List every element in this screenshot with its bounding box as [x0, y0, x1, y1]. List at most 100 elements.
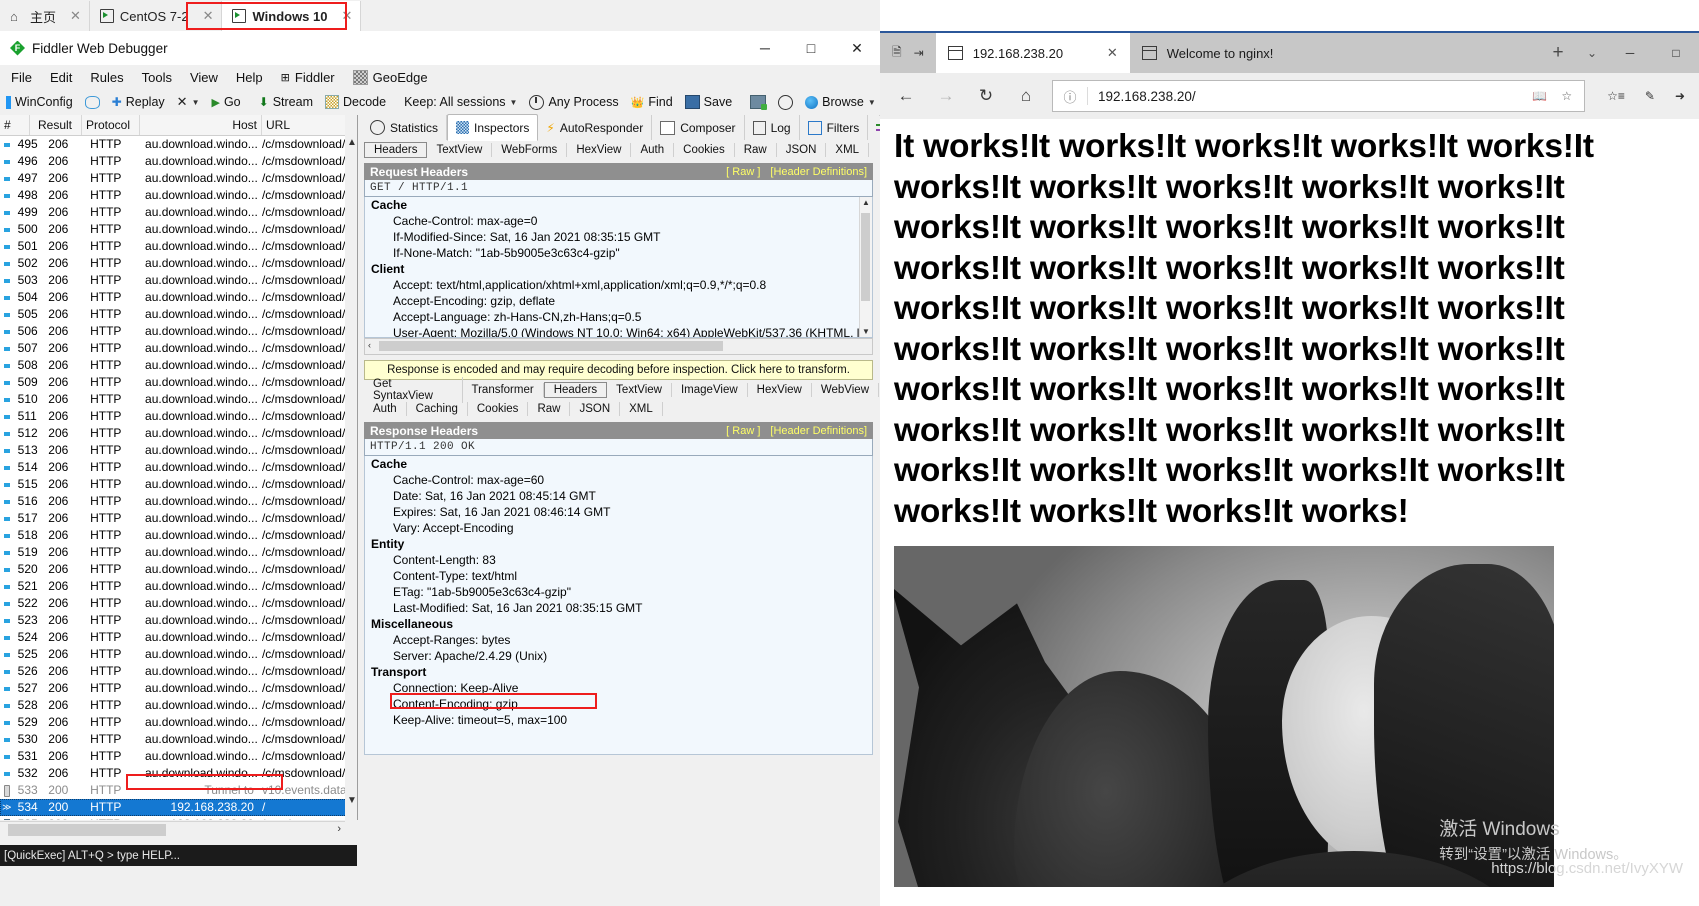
response-subtab-textview[interactable]: TextView	[607, 382, 672, 397]
table-row[interactable]: 522 206 HTTP au.download.windo.../c/msdownl…	[0, 595, 357, 612]
tab-composer[interactable]: Composer	[652, 115, 745, 140]
table-row[interactable]: 498 206 HTTP au.download.windo.../c/msdownl…	[0, 187, 357, 204]
browser-tab-0[interactable]: 192.168.238.20 ✕	[935, 33, 1130, 73]
table-row[interactable]: 508 206 HTTP au.download.windo.../c/msdownl…	[0, 357, 357, 374]
chevron-down-icon[interactable]: ⌄	[1577, 46, 1607, 60]
session-list[interactable]: # Result Protocol Host URL 495 206 HTTP au.…	[0, 115, 358, 820]
table-row[interactable]: 528 206 HTTP au.download.windo.../c/msdownl…	[0, 697, 357, 714]
table-row[interactable]: 500 206 HTTP au.download.windo.../c/msdownl…	[0, 221, 357, 238]
column-header-result[interactable]: Result	[30, 115, 82, 135]
toolbar-keep-sessions[interactable]: Keep: All sessions ▼	[398, 89, 523, 115]
browser-tab-1[interactable]: Welcome to nginx!	[1129, 33, 1324, 73]
response-subtab-get-syntaxview[interactable]: Get SyntaxView	[364, 376, 463, 403]
share-icon[interactable]: ➜	[1675, 89, 1685, 103]
tab-autoresponder[interactable]: ⚡ AutoResponder	[538, 115, 653, 140]
table-row[interactable]: 531 206 HTTP au.download.windo.../c/msdownl…	[0, 748, 357, 765]
book-icon[interactable]: 📖	[1532, 89, 1547, 103]
response-subtab-json[interactable]: JSON	[570, 401, 621, 416]
request-subtab-auth[interactable]: Auth	[631, 142, 675, 157]
forward-button[interactable]: →	[928, 80, 964, 112]
menu-fiddler[interactable]: ⊞ Fiddler	[272, 68, 344, 87]
menu-geoedge[interactable]: GeoEdge	[344, 68, 437, 87]
response-subtab-imageview[interactable]: ImageView	[672, 382, 748, 397]
request-subtab-textview[interactable]: TextView	[427, 142, 493, 157]
set-tabs-aside-icon[interactable]: 🗎	[892, 43, 902, 64]
close-icon[interactable]: ✕	[1107, 45, 1118, 61]
close-icon[interactable]: ✕	[203, 8, 214, 24]
table-row[interactable]: 533 200 HTTP Tunnel to v10.events.data.micr	[0, 782, 357, 799]
header-definitions-link[interactable]: [Header Definitions]	[770, 166, 867, 178]
table-row[interactable]: 513 206 HTTP au.download.windo.../c/msdownl…	[0, 442, 357, 459]
table-row[interactable]: 514 206 HTTP au.download.windo.../c/msdownl…	[0, 459, 357, 476]
request-headers-body[interactable]: Cache Cache-Control: max-age=0 If-Modified…	[364, 197, 873, 338]
tab-filters[interactable]: Filters	[800, 115, 869, 140]
table-row[interactable]: 517 206 HTTP au.download.windo.../c/msdownl…	[0, 510, 357, 527]
table-row[interactable]: 511 206 HTTP au.download.windo.../c/msdownl…	[0, 408, 357, 425]
request-horizontal-scrollbar[interactable]: ‹	[364, 338, 873, 355]
toolbar-decode[interactable]: Decode	[319, 89, 392, 115]
notes-icon[interactable]: ✎	[1645, 89, 1655, 103]
toolbar-stream[interactable]: ⬇ Stream	[253, 89, 319, 115]
tab-log[interactable]: Log	[745, 115, 800, 140]
column-header-host[interactable]: Host	[140, 115, 262, 135]
menu-file[interactable]: File	[2, 68, 41, 87]
vmware-tab-windows10[interactable]: Windows 10 ✕	[222, 1, 362, 31]
request-subtab-webforms[interactable]: WebForms	[492, 142, 568, 157]
request-subtab-raw[interactable]: Raw	[735, 142, 777, 157]
table-row[interactable]: 515 206 HTTP au.download.windo.../c/msdownl…	[0, 476, 357, 493]
menu-help[interactable]: Help	[227, 68, 272, 87]
tab-inspectors[interactable]: Inspectors	[447, 114, 539, 141]
column-header-protocol[interactable]: Protocol	[82, 115, 140, 135]
toolbar-browse[interactable]: Browse ▼	[799, 89, 882, 115]
close-icon[interactable]: ✕	[342, 8, 353, 24]
toolbar-replay[interactable]: ✚ Replay	[106, 89, 171, 115]
minimize-button[interactable]: ─	[742, 31, 788, 65]
star-icon[interactable]: ☆	[1561, 89, 1572, 103]
response-subtab-hexview[interactable]: HexView	[748, 382, 812, 397]
table-row[interactable]: 519 206 HTTP au.download.windo.../c/msdownl…	[0, 544, 357, 561]
toolbar-screenshot[interactable]	[744, 89, 772, 115]
response-subtab-xml[interactable]: XML	[620, 401, 663, 416]
toolbar-save[interactable]: Save	[679, 89, 739, 115]
raw-link[interactable]: [ Raw ]	[726, 166, 760, 178]
table-row[interactable]: 509 206 HTTP au.download.windo.../c/msdownl…	[0, 374, 357, 391]
request-subtab-cookies[interactable]: Cookies	[674, 142, 735, 157]
toolbar-remove[interactable]: ✕ ▼	[171, 89, 206, 115]
close-icon[interactable]: ✕	[70, 8, 81, 24]
home-button[interactable]: ⌂	[1008, 80, 1044, 112]
menu-edit[interactable]: Edit	[41, 68, 81, 87]
toolbar-find[interactable]: 👑 Find	[625, 89, 679, 115]
scroll-down-icon[interactable]: ▼	[347, 795, 357, 806]
response-subtab-raw[interactable]: Raw	[528, 401, 571, 416]
response-subtab-headers[interactable]: Headers	[543, 381, 608, 398]
table-row[interactable]: 516 206 HTTP au.download.windo.../c/msdownl…	[0, 493, 357, 510]
table-row[interactable]: ≫ 534 200 HTTP 192.168.238.20 /	[0, 799, 357, 816]
vmware-tab-home[interactable]: ⌂ 主页 ✕	[0, 1, 90, 31]
new-tab-button[interactable]: +	[1539, 42, 1577, 64]
tab-statistics[interactable]: Statistics	[362, 115, 448, 140]
maximize-button[interactable]: □	[788, 31, 834, 65]
table-row[interactable]: 504 206 HTTP au.download.windo.../c/msdownl…	[0, 289, 357, 306]
table-row[interactable]: 526 206 HTTP au.download.windo.../c/msdownl…	[0, 663, 357, 680]
table-row[interactable]: 518 206 HTTP au.download.windo.../c/msdownl…	[0, 527, 357, 544]
response-subtab-transformer[interactable]: Transformer	[463, 382, 544, 397]
table-row[interactable]: 505 206 HTTP au.download.windo.../c/msdownl…	[0, 306, 357, 323]
address-input[interactable]: 192.168.238.20/	[1088, 89, 1532, 104]
header-definitions-link[interactable]: [Header Definitions]	[770, 425, 867, 437]
favorites-icon[interactable]: ☆≡	[1607, 89, 1625, 103]
maximize-button[interactable]: □	[1653, 33, 1699, 73]
table-row[interactable]: 503 206 HTTP au.download.windo.../c/msdownl…	[0, 272, 357, 289]
response-subtab-auth[interactable]: Auth	[364, 401, 407, 416]
table-row[interactable]: 520 206 HTTP au.download.windo.../c/msdownl…	[0, 561, 357, 578]
tabs-you-set-aside-icon[interactable]: ⇥	[914, 46, 924, 60]
table-row[interactable]: 535200HTTP192.168.238.20/gou.jpg	[0, 816, 357, 820]
info-icon[interactable]: ⓘ	[1053, 87, 1088, 105]
table-row[interactable]: 529 206 HTTP au.download.windo.../c/msdownl…	[0, 714, 357, 731]
scroll-up-icon[interactable]: ▲	[347, 137, 357, 148]
table-row[interactable]: 521 206 HTTP au.download.windo.../c/msdownl…	[0, 578, 357, 595]
menu-view[interactable]: View	[181, 68, 227, 87]
table-row[interactable]: 499 206 HTTP au.download.windo.../c/msdownl…	[0, 204, 357, 221]
vmware-tab-centos[interactable]: CentOS 7-2 ✕	[89, 1, 223, 31]
quickexec-box[interactable]: [QuickExec] ALT+Q > type HELP...	[0, 845, 357, 866]
minimize-button[interactable]: ─	[1607, 33, 1653, 73]
